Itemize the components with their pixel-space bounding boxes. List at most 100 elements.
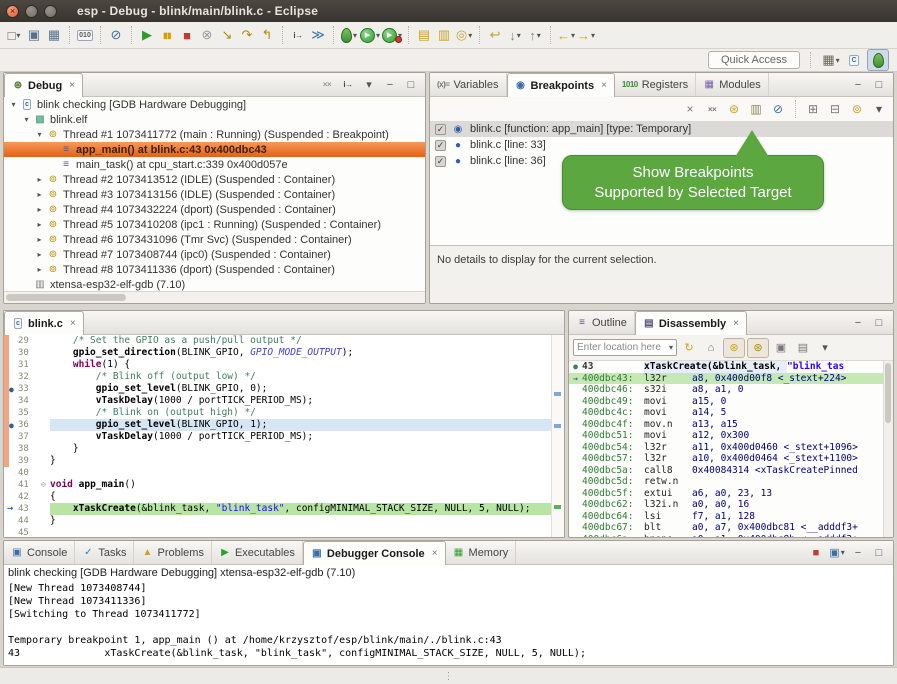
editor-line[interactable]: 30 gpio_set_direction(BLINK_GPIO, GPIO_M… xyxy=(4,347,551,359)
line-number[interactable]: 43 xyxy=(18,503,41,515)
disassembly-row[interactable]: 400dbc5f:extuia6, a0, 23, 13 xyxy=(569,488,883,500)
debug-tree-row[interactable]: ▸⊚Thread #4 1073432224 (dport) (Suspende… xyxy=(4,202,425,217)
expander-icon[interactable]: ▸ xyxy=(34,250,45,259)
step-into-icon[interactable]: ↘ xyxy=(217,25,237,45)
tab-breakpoints[interactable]: ◉Breakpoints× xyxy=(507,73,615,97)
editor-line[interactable]: 40 xyxy=(4,467,551,479)
debug-tree-row[interactable]: ≡main_task() at cpu_start.c:339 0x400d05… xyxy=(4,157,425,172)
scrollbar-thumb[interactable] xyxy=(885,363,891,423)
link-with-debug-icon[interactable]: ⊚ xyxy=(847,100,867,119)
expander-icon[interactable]: ▾ xyxy=(8,100,19,109)
breakpoint-row[interactable]: ✓◉blink.c [function: app_main] [type: Te… xyxy=(430,121,893,137)
window-close-button[interactable]: × xyxy=(6,5,19,18)
editor-line[interactable]: 45 xyxy=(4,527,551,537)
expander-icon[interactable]: ▸ xyxy=(34,190,45,199)
ruler-breakpoint-mark[interactable] xyxy=(554,392,561,396)
line-number[interactable]: 31 xyxy=(18,359,41,371)
code-text[interactable]: gpio_set_level(BLINK_GPIO, 1); xyxy=(50,419,551,431)
view-menu-icon[interactable]: ▾ xyxy=(815,339,835,357)
run-icon[interactable]: ▶▾ xyxy=(359,25,381,45)
search-icon[interactable]: ◎▾ xyxy=(454,25,474,45)
remove-all-breakpoints-icon[interactable]: ×× xyxy=(702,100,722,119)
expander-icon[interactable]: ▾ xyxy=(34,130,45,139)
disassembly-row[interactable]: 400dbc51:movia12, 0x300 xyxy=(569,430,883,442)
line-number[interactable]: 45 xyxy=(18,527,41,537)
minimize-icon[interactable]: − xyxy=(380,76,400,94)
code-text[interactable]: /* Blink off (output low) */ xyxy=(50,371,551,383)
close-tab-icon[interactable]: × xyxy=(70,318,76,329)
disassembly-row[interactable]: 400dbc64:lsif7, a1, 128 xyxy=(569,511,883,523)
maximize-icon[interactable]: □ xyxy=(401,76,421,94)
resume-icon[interactable]: ▶ xyxy=(137,25,157,45)
expander-icon[interactable]: ▸ xyxy=(34,265,45,274)
step-return-icon[interactable]: ↰ xyxy=(257,25,277,45)
close-tab-icon[interactable]: × xyxy=(432,548,438,559)
disassembly-row[interactable]: 400dbc5a:call80x40084314 <xTaskCreatePin… xyxy=(569,465,883,477)
disassembly-row[interactable]: →400dbc43:l32ra8, 0x400d00f8 <_stext+224… xyxy=(569,373,883,385)
disassembly-row[interactable]: 400dbc4c:movia14, 5 xyxy=(569,407,883,419)
save-all-icon[interactable]: ▦ xyxy=(44,25,64,45)
editor-line[interactable]: 39} xyxy=(4,455,551,467)
view-menu-icon[interactable]: ▾ xyxy=(869,100,889,119)
suspend-icon[interactable]: ▮▮ xyxy=(157,25,177,45)
remove-all-terminated-icon[interactable]: ×× xyxy=(317,76,337,94)
tab-problems[interactable]: ▲Problems xyxy=(134,541,211,564)
breakpoint-row[interactable]: ✓●blink.c [line: 33] xyxy=(430,137,893,153)
new-wizard-icon[interactable]: □▾ xyxy=(4,25,24,45)
open-resource-icon[interactable]: ▥ xyxy=(434,25,454,45)
skip-all-breakpoints-icon[interactable]: ⊘ xyxy=(106,25,126,45)
disassembly-row[interactable]: 400dbc6a:bnonea0, a1, 0x400dbc8b <__addd… xyxy=(569,534,883,538)
build-binary-icon[interactable]: 010 xyxy=(75,25,95,45)
ruler-current-line-mark[interactable] xyxy=(554,505,561,509)
debug-tree-row[interactable]: ≡app_main() at blink.c:43 0x400dbc43 xyxy=(4,142,425,157)
disassembly-row[interactable]: 400dbc54:l32ra11, 0x400d0460 <_stext+109… xyxy=(569,442,883,454)
line-number[interactable]: 40 xyxy=(18,467,41,479)
tab-blink-c[interactable]: cblink.c× xyxy=(4,311,84,335)
sync-context-icon[interactable]: ⊛ xyxy=(723,338,745,358)
minimize-icon[interactable]: − xyxy=(848,314,868,332)
code-text[interactable]: } xyxy=(50,515,551,527)
tab-debugger-console[interactable]: ▣Debugger Console× xyxy=(303,541,446,565)
tab-debug[interactable]: ⊛Debug× xyxy=(4,73,83,97)
ruler-breakpoint-mark[interactable] xyxy=(554,424,561,428)
breakpoint-checkbox[interactable]: ✓ xyxy=(435,140,446,151)
tab-modules[interactable]: ▦Modules xyxy=(696,73,769,96)
editor-line[interactable]: 42 { xyxy=(4,491,551,503)
back-icon[interactable]: ←▾ xyxy=(556,25,576,45)
editor-line[interactable]: 34 vTaskDelay(1000 / portTICK_PERIOD_MS)… xyxy=(4,395,551,407)
line-number[interactable]: 32 xyxy=(18,371,41,383)
debug-tree-row[interactable]: ▾cblink checking [GDB Hardware Debugging… xyxy=(4,97,425,112)
code-text[interactable] xyxy=(50,467,551,479)
disassembly-source-row[interactable]: ●43xTaskCreate(&blink_task, "blink_tas xyxy=(569,361,883,373)
line-number[interactable]: 35 xyxy=(18,407,41,419)
debug-tree-row[interactable]: ▸⊚Thread #5 1073410208 (ipc1 : Running) … xyxy=(4,217,425,232)
editor-line[interactable]: 35 /* Blink on (output high) */ xyxy=(4,407,551,419)
disassembly-row[interactable]: 400dbc4f:mov.na13, a15 xyxy=(569,419,883,431)
maximize-icon[interactable]: □ xyxy=(869,544,889,562)
editor-body[interactable]: 29 /* Set the GPIO as a push/pull output… xyxy=(4,335,564,537)
step-over-icon[interactable]: ↷ xyxy=(237,25,257,45)
window-minimize-button[interactable] xyxy=(25,5,38,18)
forward-icon[interactable]: →▾ xyxy=(576,25,596,45)
open-element-icon[interactable]: ▤ xyxy=(414,25,434,45)
disassembly-row[interactable]: 400dbc57:l32ra10, 0x400d0464 <_stext+110… xyxy=(569,453,883,465)
expander-icon[interactable]: ▸ xyxy=(34,235,45,244)
disassembly-row[interactable]: 400dbc46:s32ia8, a1, 0 xyxy=(569,384,883,396)
instruction-stepping-icon[interactable]: i→ xyxy=(338,76,358,94)
line-number[interactable]: 36 xyxy=(18,419,41,431)
line-number[interactable]: 33 xyxy=(18,383,41,395)
debug-tree-row[interactable]: ▸⊚Thread #6 1073431096 (Tmr Svc) (Suspen… xyxy=(4,232,425,247)
previous-annotation-icon[interactable]: ↑▾ xyxy=(525,25,545,45)
code-text[interactable]: { xyxy=(50,491,551,503)
tab-console[interactable]: ▣Console xyxy=(4,541,75,564)
editor-line[interactable]: 32 /* Blink off (output low) */ xyxy=(4,371,551,383)
scrollbar-thumb[interactable] xyxy=(6,294,126,301)
line-number[interactable]: 42 xyxy=(18,491,41,503)
minimize-icon[interactable]: − xyxy=(848,544,868,562)
code-text[interactable]: vTaskDelay(1000 / portTICK_PERIOD_MS); xyxy=(50,431,551,443)
editor-line[interactable]: 38 } xyxy=(4,443,551,455)
remove-breakpoint-icon[interactable]: × xyxy=(680,100,700,119)
editor-line[interactable]: 29 /* Set the GPIO as a push/pull output… xyxy=(4,335,551,347)
editor-line[interactable]: →43 xTaskCreate(&blink_task, "blink_task… xyxy=(4,503,551,515)
disassembly-row[interactable]: 400dbc5d:retw.n xyxy=(569,476,883,488)
